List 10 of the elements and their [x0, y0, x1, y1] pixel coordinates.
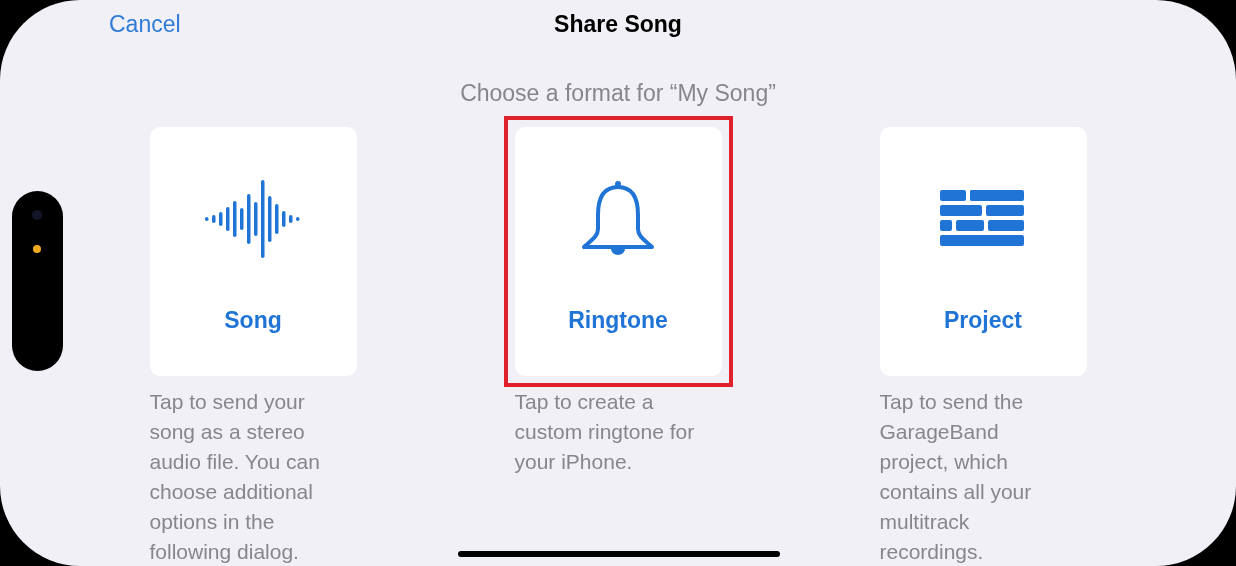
format-option-card[interactable]: Project: [879, 127, 1087, 376]
brick-wall-icon: [940, 190, 1026, 248]
cancel-button[interactable]: Cancel: [109, 10, 181, 38]
prompt-text: Choose a format for “My Song”: [460, 80, 776, 106]
format-option-card[interactable]: Ringtone: [514, 127, 722, 376]
option-description: Tap to send the GarageBand project, which contains all your multitrack recordings.: [879, 389, 1033, 565]
format-option-card[interactable]: Song: [149, 127, 357, 376]
option-description: Tap to send your song as a stereo audio file. You can choose additional options in the following dialog.: [149, 389, 321, 565]
option-description: Tap to create a custom ringtone for your iPhone.: [514, 389, 696, 475]
sheet-title: Share Song: [554, 10, 682, 38]
